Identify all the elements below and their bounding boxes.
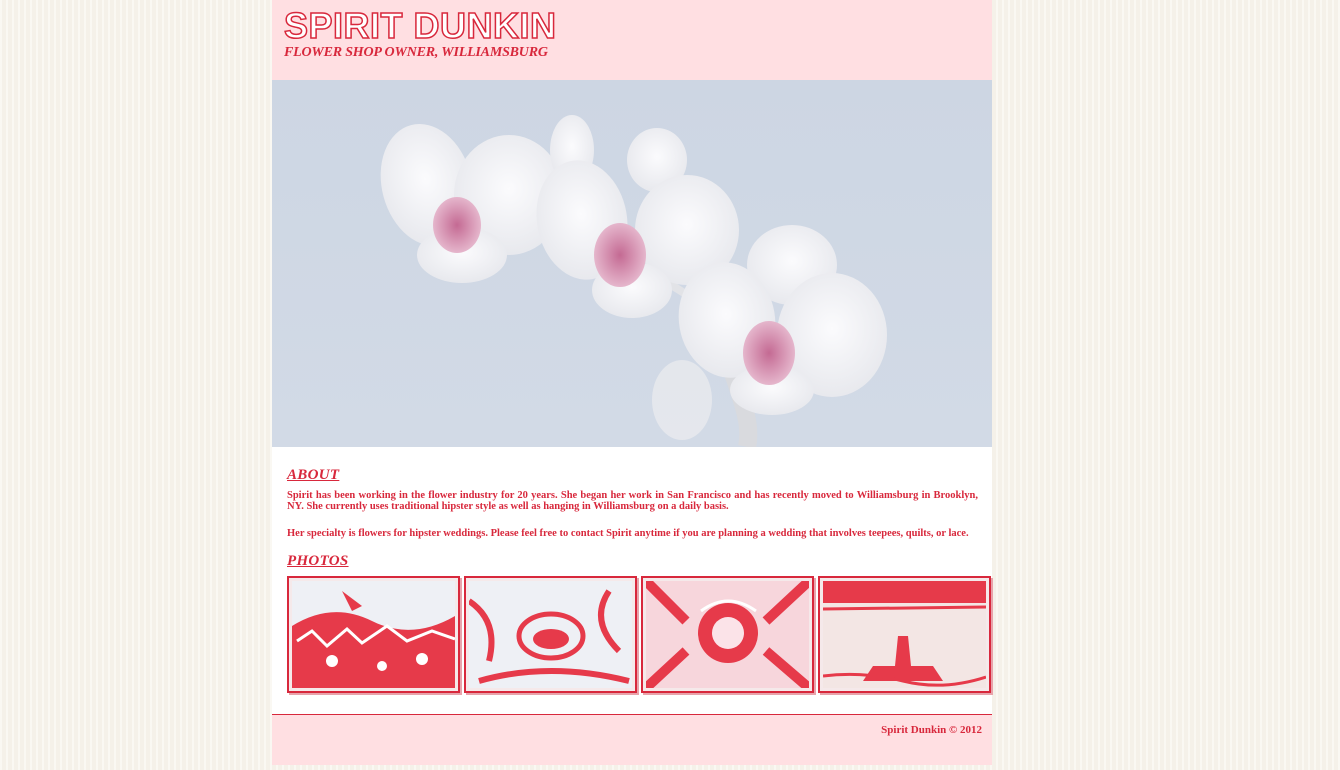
photo-gallery bbox=[287, 576, 991, 693]
pink-bloom-thumbnail bbox=[646, 581, 809, 688]
orchid-illustration bbox=[380, 115, 887, 447]
about-heading: ABOUT bbox=[287, 467, 340, 483]
site-header: SPIRIT DUNKIN FLOWER SHOP OWNER, WILLIAM… bbox=[272, 0, 992, 80]
site-subtitle: FLOWER SHOP OWNER, WILLIAMSBURG bbox=[284, 45, 548, 60]
flower-field-thumbnail bbox=[292, 581, 455, 688]
photo-thumbnail-2[interactable] bbox=[464, 576, 637, 693]
landscape-thumbnail bbox=[823, 581, 986, 688]
photo-thumbnail-4[interactable] bbox=[818, 576, 991, 693]
flower-closeup-thumbnail bbox=[469, 581, 632, 688]
copyright-text: Spirit Dunkin © 2012 bbox=[881, 724, 982, 736]
photos-heading: PHOTOS bbox=[287, 553, 349, 569]
page-container: SPIRIT DUNKIN FLOWER SHOP OWNER, WILLIAM… bbox=[272, 0, 992, 765]
photo-thumbnail-3[interactable] bbox=[641, 576, 814, 693]
main-content: ABOUT Spirit has been working in the flo… bbox=[272, 447, 992, 693]
site-footer: Spirit Dunkin © 2012 bbox=[272, 714, 992, 765]
about-paragraph-2: Her specialty is flowers for hipster wed… bbox=[287, 528, 969, 539]
photo-thumbnail-1[interactable] bbox=[287, 576, 460, 693]
hero-image bbox=[272, 80, 992, 447]
site-title: SPIRIT DUNKIN bbox=[283, 5, 557, 47]
about-paragraph-1: Spirit has been working in the flower in… bbox=[287, 490, 978, 512]
